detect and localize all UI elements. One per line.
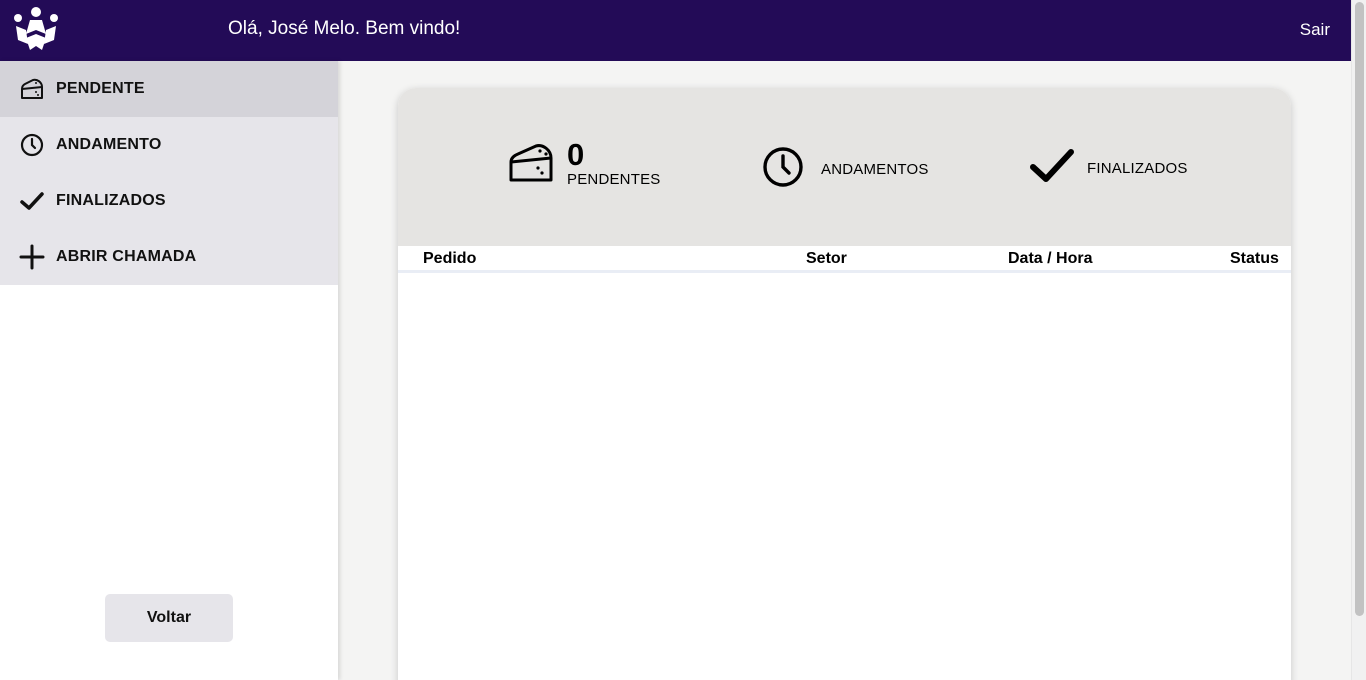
pending-count: 0 <box>567 137 585 172</box>
column-header-pedido[interactable]: Pedido <box>423 250 476 268</box>
page-scrollbar[interactable] <box>1351 0 1366 680</box>
tickets-card: 0 PENDENTES ANDAMENTOS FINALIZADOS Pedid <box>398 88 1291 680</box>
sidebar-item-label: ABRIR CHAMADA <box>56 248 197 265</box>
finished-label: FINALIZADOS <box>1087 160 1188 177</box>
plus-icon <box>19 244 45 270</box>
check-icon <box>1028 146 1076 191</box>
column-header-setor[interactable]: Setor <box>806 250 847 268</box>
pending-summary[interactable]: 0 PENDENTES <box>508 137 661 191</box>
sidebar: PENDENTE ANDAMENTO FINALIZADOS ABRIR CHA… <box>0 61 338 680</box>
column-header-data-hora[interactable]: Data / Hora <box>1008 250 1092 268</box>
pending-label: PENDENTES <box>567 171 661 188</box>
table-header: Pedido Setor Data / Hora Status <box>398 246 1291 273</box>
sidebar-item-label: ANDAMENTO <box>56 136 162 153</box>
top-bar: Olá, José Melo. Bem vindo! Sair <box>0 0 1351 61</box>
finished-summary[interactable]: FINALIZADOS <box>1028 146 1188 191</box>
sidebar-item-andamento[interactable]: ANDAMENTO <box>0 117 338 173</box>
cheese-icon <box>508 140 555 191</box>
logo-icon <box>12 4 60 52</box>
sidebar-item-abrir-chamada[interactable]: ABRIR CHAMADA <box>0 229 338 285</box>
sidebar-item-label: PENDENTE <box>56 80 145 97</box>
in-progress-summary[interactable]: ANDAMENTOS <box>762 146 929 193</box>
summary-panel: 0 PENDENTES ANDAMENTOS FINALIZADOS <box>398 88 1291 246</box>
check-icon <box>19 188 45 214</box>
clock-icon <box>762 146 804 193</box>
sidebar-item-pendente[interactable]: PENDENTE <box>0 61 338 117</box>
clock-icon <box>19 132 45 158</box>
in-progress-label: ANDAMENTOS <box>821 161 929 178</box>
logout-link[interactable]: Sair <box>1300 20 1330 40</box>
cheese-icon <box>19 76 45 102</box>
sidebar-item-label: FINALIZADOS <box>56 192 166 209</box>
greeting-text: Olá, José Melo. Bem vindo! <box>228 18 461 39</box>
sidebar-item-finalizados[interactable]: FINALIZADOS <box>0 173 338 229</box>
scrollbar-thumb[interactable] <box>1355 2 1364 616</box>
column-header-status[interactable]: Status <box>1230 250 1279 268</box>
back-button[interactable]: Voltar <box>105 594 233 642</box>
